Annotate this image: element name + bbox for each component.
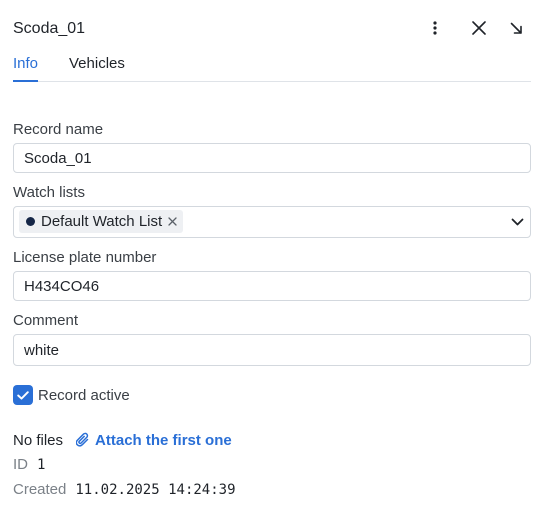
record-name-field[interactable] bbox=[13, 143, 531, 173]
id-label: ID bbox=[13, 456, 28, 473]
record-name-input[interactable] bbox=[24, 150, 504, 167]
watch-list-chip: Default Watch List bbox=[19, 210, 184, 233]
id-row: ID 1 bbox=[13, 456, 45, 473]
created-value: 11.02.2025 14:24:39 bbox=[75, 482, 236, 498]
files-section: No files Attach the first one bbox=[13, 430, 232, 450]
id-value: 1 bbox=[37, 457, 46, 473]
comment-label: Comment bbox=[13, 312, 79, 329]
watch-list-dot bbox=[26, 217, 35, 226]
watch-lists-select[interactable]: Default Watch List bbox=[13, 206, 531, 238]
license-plate-input[interactable] bbox=[24, 278, 504, 295]
license-plate-field[interactable] bbox=[13, 271, 531, 301]
checkmark-icon bbox=[17, 390, 29, 400]
attach-first-label[interactable]: Attach the first one bbox=[95, 432, 232, 449]
tab-vehicles[interactable]: Vehicles bbox=[69, 55, 125, 80]
created-label: Created bbox=[13, 481, 67, 498]
created-row: Created 11.02.2025 14:24:39 bbox=[13, 481, 236, 498]
panel-title: Scoda_01 bbox=[13, 20, 86, 37]
tab-bar: Info Vehicles bbox=[13, 52, 531, 82]
record-name-label: Record name bbox=[13, 121, 104, 138]
remove-chip-icon[interactable] bbox=[167, 217, 177, 227]
watch-list-chip-label: Default Watch List bbox=[41, 213, 163, 230]
watch-lists-label: Watch lists bbox=[13, 184, 85, 201]
chevron-down-icon[interactable] bbox=[508, 213, 526, 231]
close-icon[interactable] bbox=[467, 16, 491, 40]
attach-file-link[interactable]: Attach the first one bbox=[76, 432, 232, 449]
license-plate-label: License plate number bbox=[13, 249, 157, 266]
record-active-label: Record active bbox=[38, 386, 130, 404]
record-active-checkbox[interactable] bbox=[13, 385, 33, 405]
more-vertical-icon[interactable] bbox=[423, 16, 447, 40]
record-active-row: Record active bbox=[13, 385, 130, 405]
comment-input[interactable] bbox=[24, 342, 504, 359]
paperclip-icon bbox=[76, 432, 89, 447]
comment-field[interactable] bbox=[13, 334, 531, 366]
tab-info[interactable]: Info bbox=[13, 55, 39, 82]
panel-header: Scoda_01 bbox=[13, 14, 539, 44]
no-files-text: No files bbox=[13, 431, 64, 449]
collapse-arrow-icon[interactable] bbox=[504, 16, 528, 40]
